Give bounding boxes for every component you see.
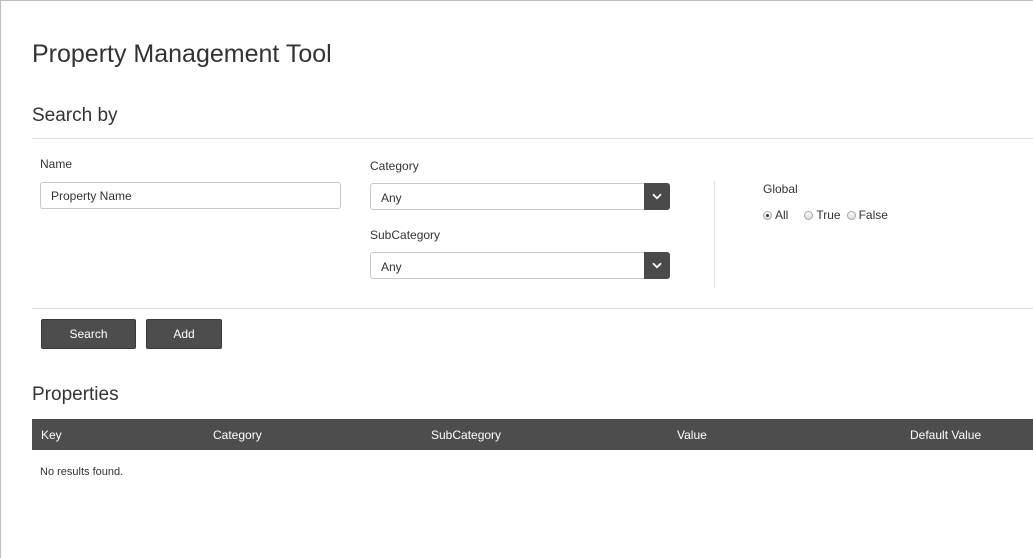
global-radio-group: All True False — [763, 208, 894, 222]
chevron-down-icon[interactable] — [644, 183, 670, 210]
column-header-subcategory[interactable]: SubCategory — [431, 428, 501, 442]
add-button[interactable]: Add — [146, 319, 222, 349]
search-top-divider — [32, 138, 1033, 139]
empty-results-message: No results found. — [40, 466, 124, 478]
page-title: Property Management Tool — [32, 40, 332, 68]
properties-table-header: Key Category SubCategory Value Default V… — [32, 419, 1033, 450]
search-bottom-divider — [32, 308, 1033, 309]
properties-section-title: Properties — [32, 384, 119, 405]
name-input[interactable] — [40, 182, 341, 209]
column-header-key[interactable]: Key — [41, 428, 62, 442]
filter-column-divider — [714, 181, 715, 288]
global-option-all-label: All — [775, 208, 789, 222]
column-header-default-value[interactable]: Default Value — [910, 428, 981, 442]
subcategory-select[interactable]: Any — [370, 252, 670, 279]
global-option-true[interactable]: True — [804, 208, 841, 222]
search-button[interactable]: Search — [41, 319, 136, 349]
global-option-all[interactable]: All — [763, 208, 788, 222]
subcategory-select-value: Any — [381, 260, 402, 274]
category-label: Category — [370, 159, 419, 173]
radio-button-icon[interactable] — [763, 210, 772, 220]
column-header-value[interactable]: Value — [677, 428, 707, 442]
global-option-true-label: True — [816, 208, 841, 222]
property-management-page: Property Management Tool Search by Name … — [0, 0, 1033, 558]
category-select[interactable]: Any — [370, 183, 670, 210]
search-section-title: Search by — [32, 105, 118, 126]
global-label: Global — [763, 182, 798, 196]
column-header-category[interactable]: Category — [213, 428, 262, 442]
global-option-false-label: False — [858, 208, 888, 222]
radio-button-icon[interactable] — [846, 210, 856, 220]
radio-button-icon[interactable] — [804, 210, 814, 220]
subcategory-label: SubCategory — [370, 228, 441, 242]
category-select-value: Any — [381, 191, 402, 205]
name-label: Name — [40, 157, 73, 171]
chevron-down-icon[interactable] — [644, 252, 670, 279]
global-option-false[interactable]: False — [846, 208, 888, 222]
